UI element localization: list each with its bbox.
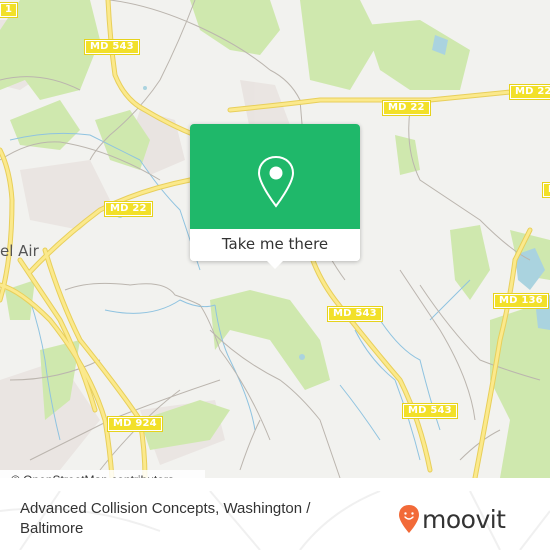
route-shield-partial: D bbox=[542, 182, 550, 198]
place-title: Advanced Collision Concepts, Washington … bbox=[20, 500, 311, 537]
route-shield-partial: 1 bbox=[0, 2, 19, 18]
map-view[interactable]: el Air MD 543 MD 22 MD 22 MD 22 MD 543 M… bbox=[0, 0, 550, 478]
moovit-pin-icon bbox=[399, 505, 419, 533]
footer: Advanced Collision Concepts, Washington … bbox=[0, 491, 550, 550]
map-attribution[interactable]: © OpenStreetMap contributors bbox=[0, 470, 205, 478]
take-me-there-button[interactable]: Take me there bbox=[190, 229, 360, 261]
route-shield-md136: MD 136 bbox=[493, 293, 549, 309]
moovit-wordmark: moovit bbox=[422, 504, 506, 534]
route-shield-md543: MD 543 bbox=[402, 403, 458, 419]
location-pin-icon bbox=[257, 155, 295, 208]
moovit-logo[interactable]: moovit bbox=[398, 503, 506, 535]
route-shield-md22: MD 22 bbox=[104, 201, 153, 217]
popup-pointer bbox=[267, 261, 283, 269]
route-shield-md543: MD 543 bbox=[327, 306, 383, 322]
route-shield-md22: MD 22 bbox=[382, 100, 431, 116]
popup-header bbox=[190, 124, 360, 229]
place-label-bel-air: el Air bbox=[0, 242, 39, 260]
route-shield-md22: MD 22 bbox=[509, 84, 550, 100]
route-shield-md543: MD 543 bbox=[84, 39, 140, 55]
route-shield-md924: MD 924 bbox=[107, 416, 163, 432]
location-popup: Take me there bbox=[190, 124, 360, 269]
